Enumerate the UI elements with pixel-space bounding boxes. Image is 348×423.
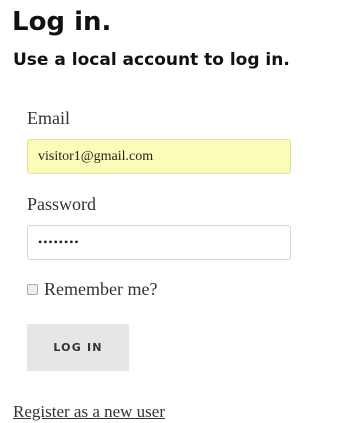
remember-me-checkbox[interactable] — [27, 283, 38, 295]
remember-me-label: Remember me? — [44, 279, 158, 299]
log-in-button[interactable]: LOG IN — [27, 324, 129, 371]
register-link[interactable]: Register as a new user — [13, 402, 165, 422]
email-label: Email — [27, 108, 70, 128]
password-label: Password — [27, 194, 97, 214]
email-field[interactable] — [27, 139, 291, 174]
password-field[interactable] — [27, 225, 291, 260]
remember-me-row[interactable]: Remember me? — [27, 278, 157, 300]
page-subtitle: Use a local account to log in. — [13, 50, 290, 70]
page-title: Log in. — [12, 7, 112, 37]
